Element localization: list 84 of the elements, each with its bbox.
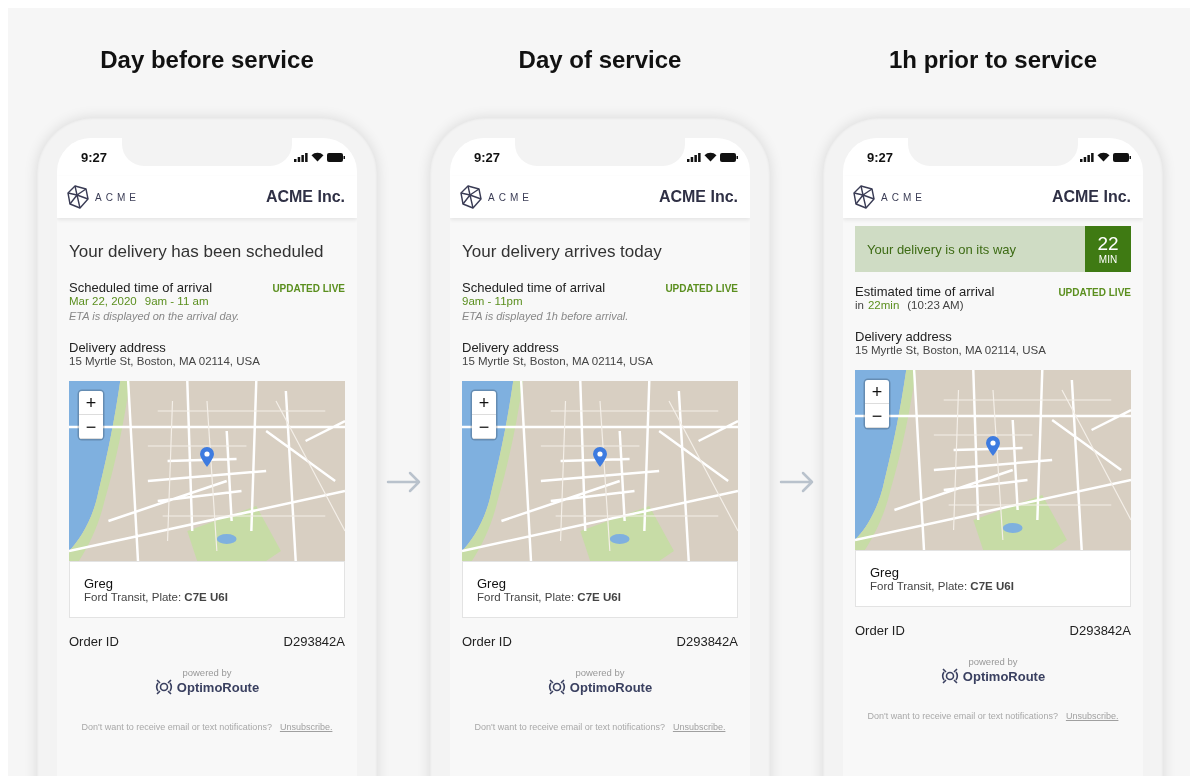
- route-logo-icon: [154, 678, 173, 696]
- address-text: 15 Myrtle St, Boston, MA 02114, USA: [462, 355, 654, 367]
- battery-icon: [1113, 152, 1131, 162]
- arrival-label: Scheduled time of arrival: [69, 280, 213, 295]
- vehicle-info: Ford Transit, Plate: C7E U6I: [477, 591, 622, 603]
- wifi-icon: [311, 152, 324, 162]
- provider-name: OptimoRoute: [176, 679, 260, 695]
- live-status-label: UPDATED LIVE: [272, 283, 345, 294]
- live-status-label: UPDATED LIVE: [1058, 287, 1131, 298]
- status-heading: Your delivery arrives today: [462, 242, 663, 262]
- company-name: ACME Inc.: [658, 188, 738, 206]
- countdown-unit: MIN: [1098, 253, 1118, 265]
- order-id: D293842A: [283, 634, 345, 649]
- map-pin-icon: [200, 447, 214, 467]
- arrival-label: Estimated time of arrival: [855, 284, 995, 299]
- address-text: 15 Myrtle St, Boston, MA 02114, USA: [855, 344, 1047, 356]
- status-time: 9:27: [81, 149, 108, 165]
- signal-icon: [1080, 152, 1094, 162]
- vehicle-info: Ford Transit, Plate: C7E U6I: [84, 591, 229, 603]
- arrow-right-icon: [385, 471, 422, 493]
- driver-name: Greg: [84, 576, 114, 591]
- vehicle-info: Ford Transit, Plate: C7E U6I: [870, 580, 1015, 592]
- address-label: Delivery address: [855, 329, 953, 344]
- map-pin-icon: [593, 447, 607, 467]
- order-id: D293842A: [1069, 623, 1131, 638]
- brand-name: ACME: [881, 191, 926, 203]
- arrival-time-text: 22min: [867, 299, 900, 311]
- order-label: Order ID: [462, 634, 512, 649]
- status-heading: Your delivery has been scheduled: [69, 242, 325, 262]
- zoom-in-button[interactable]: +: [865, 380, 889, 404]
- polyhedron-logo-icon: [853, 185, 875, 209]
- status-time: 9:27: [474, 149, 501, 165]
- arrival-time-text: in: [855, 299, 864, 311]
- signal-icon: [687, 152, 701, 162]
- powered-by-text: powered by: [575, 667, 625, 678]
- signal-icon: [294, 152, 308, 162]
- provider-name: OptimoRoute: [569, 679, 653, 695]
- arrow-right-icon: [778, 471, 815, 493]
- brand-name: ACME: [95, 191, 140, 203]
- eta-note: ETA is displayed on the arrival day.: [69, 310, 241, 322]
- banner-text: Your delivery is on its way: [866, 241, 1017, 257]
- zoom-out-button[interactable]: −: [472, 415, 496, 439]
- address-text: 15 Myrtle St, Boston, MA 02114, USA: [69, 355, 261, 367]
- unsubscribe-prompt: Don't want to receive email or text notifications?: [474, 722, 665, 732]
- address-label: Delivery address: [69, 340, 167, 355]
- stage-title: 1h prior to service: [888, 45, 1098, 75]
- brand-name: ACME: [488, 191, 533, 203]
- driver-name: Greg: [870, 565, 900, 580]
- order-label: Order ID: [855, 623, 905, 638]
- company-name: ACME Inc.: [1051, 188, 1131, 206]
- arrival-label: Scheduled time of arrival: [462, 280, 606, 295]
- arrival-time-text: 9am - 11pm: [462, 295, 523, 307]
- wifi-icon: [1097, 152, 1110, 162]
- unsubscribe-prompt: Don't want to receive email or text notifications?: [867, 711, 1058, 721]
- wifi-icon: [704, 152, 717, 162]
- zoom-in-button[interactable]: +: [472, 391, 496, 415]
- route-logo-icon: [940, 667, 959, 685]
- stage-title: Day of service: [518, 45, 682, 75]
- live-status-label: UPDATED LIVE: [665, 283, 738, 294]
- provider-name: OptimoRoute: [962, 668, 1046, 684]
- driver-name: Greg: [477, 576, 507, 591]
- zoom-out-button[interactable]: −: [79, 415, 103, 439]
- polyhedron-logo-icon: [460, 185, 482, 209]
- status-time: 9:27: [867, 149, 894, 165]
- order-id: D293842A: [676, 634, 738, 649]
- polyhedron-logo-icon: [67, 185, 89, 209]
- powered-by-text: powered by: [968, 656, 1018, 667]
- arrival-time-text: (10:23 AM): [907, 299, 964, 311]
- address-label: Delivery address: [462, 340, 560, 355]
- battery-icon: [720, 152, 738, 162]
- zoom-in-button[interactable]: +: [79, 391, 103, 415]
- arrival-time-text: Mar 22, 2020: [69, 295, 137, 307]
- stage-title: Day before service: [100, 45, 314, 75]
- countdown-number: 22: [1097, 233, 1119, 254]
- order-label: Order ID: [69, 634, 119, 649]
- arrival-time-text: 9am - 11 am: [144, 295, 209, 307]
- route-logo-icon: [547, 678, 566, 696]
- battery-icon: [327, 152, 345, 162]
- unsubscribe-prompt: Don't want to receive email or text notifications?: [81, 722, 272, 732]
- eta-note: ETA is displayed 1h before arrival.: [462, 310, 630, 322]
- map-pin-icon: [986, 436, 1000, 456]
- company-name: ACME Inc.: [265, 188, 345, 206]
- zoom-out-button[interactable]: −: [865, 404, 889, 428]
- powered-by-text: powered by: [182, 667, 232, 678]
